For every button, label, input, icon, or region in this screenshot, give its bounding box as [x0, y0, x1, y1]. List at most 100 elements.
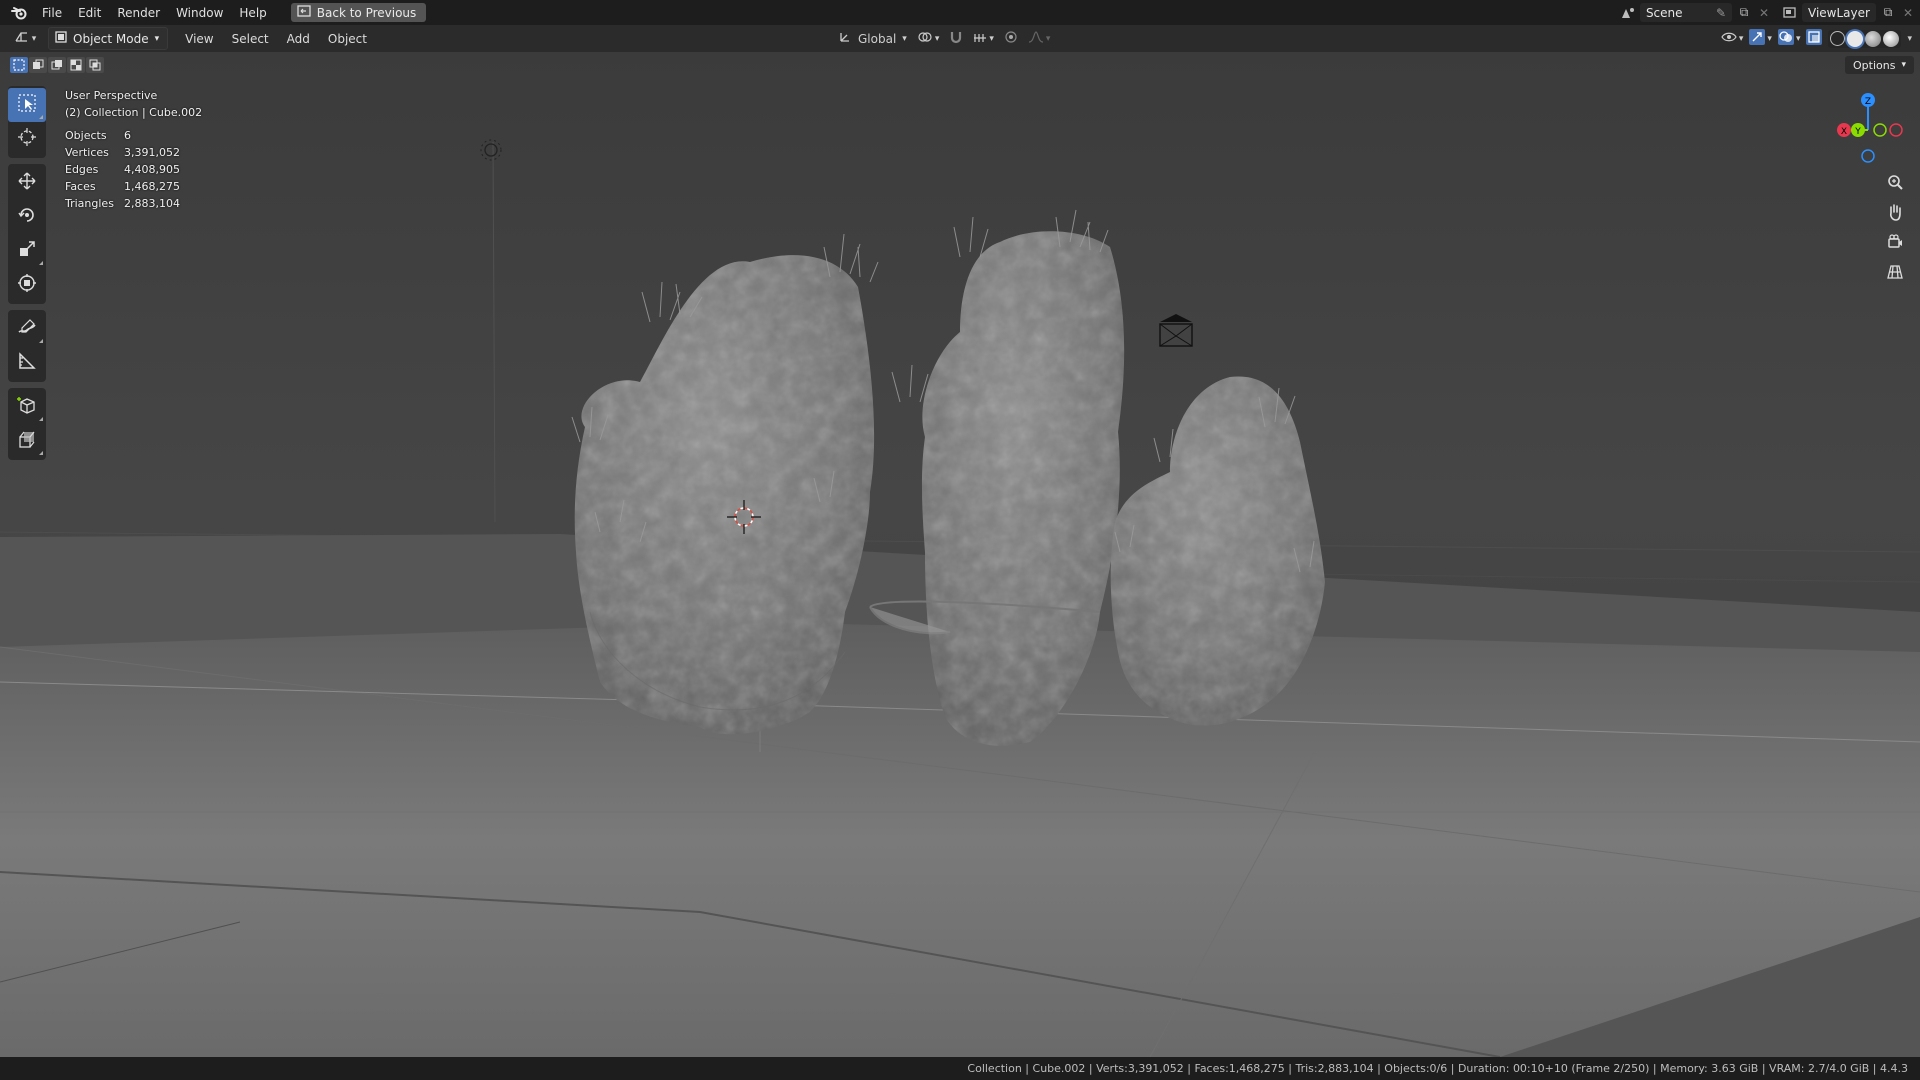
scene-name: Scene: [1645, 5, 1683, 20]
stats-label: Edges: [65, 163, 99, 176]
xray-icon: [1806, 29, 1823, 48]
annotate-tool[interactable]: [8, 312, 46, 346]
object-mode-dropdown[interactable]: Object Mode ▾: [48, 27, 169, 50]
options-dropdown[interactable]: Options ▾: [1845, 56, 1914, 74]
falloff-dropdown[interactable]: ▾: [1028, 30, 1050, 47]
scene-selector-icon[interactable]: [1620, 5, 1636, 21]
editor-type-selector[interactable]: ▾: [8, 28, 42, 49]
menu-object[interactable]: Object: [319, 29, 376, 49]
pin-icon[interactable]: ✎: [1716, 6, 1726, 20]
measure-icon: [17, 351, 37, 375]
menu-select[interactable]: Select: [223, 29, 278, 49]
extrude-tool[interactable]: [8, 424, 46, 458]
chevron-down-icon: ▾: [1738, 33, 1744, 44]
collection-info: (2) Collection | Cube.002: [65, 106, 203, 119]
top-menu-bar: File Edit Render Window Help Back to Pre…: [0, 0, 1920, 25]
back-to-previous-label: Back to Previous: [316, 5, 417, 20]
select-box-icon: [17, 93, 37, 117]
menubar-right: Scene ✎ ⧉ ✕ ViewLayer ⧉ ✕: [1620, 0, 1920, 25]
menu-add[interactable]: Add: [278, 29, 319, 49]
pivot-point-dropdown[interactable]: ▾: [917, 30, 940, 47]
options-label: Options: [1853, 58, 1896, 72]
rendered-shading-icon[interactable]: [1883, 30, 1900, 47]
transform-tool[interactable]: [8, 268, 46, 302]
stats-row: Faces 1,468,275: [65, 178, 180, 195]
falloff-curve-icon: [1028, 30, 1044, 47]
zoom-icon[interactable]: [1882, 170, 1908, 194]
navigation-buttons: [1882, 170, 1908, 284]
solid-shading-icon[interactable]: [1847, 30, 1864, 47]
scene-field[interactable]: Scene ✎: [1639, 3, 1732, 22]
menu-file[interactable]: File: [34, 3, 70, 23]
back-to-previous-button[interactable]: Back to Previous: [290, 3, 427, 22]
stats-value: 2,883,104: [124, 197, 180, 210]
material-shading-icon[interactable]: [1865, 30, 1882, 47]
proportional-icon: [1004, 30, 1018, 47]
cursor-icon: [17, 127, 37, 151]
tool-options-corner: [39, 115, 43, 119]
editor-3d-view-icon: [14, 30, 30, 47]
object-mode-label: Object Mode: [73, 31, 149, 46]
select-invert-icon[interactable]: [67, 57, 85, 73]
scale-tool[interactable]: [8, 234, 46, 268]
rotate-tool[interactable]: [8, 200, 46, 234]
magnet-icon: [949, 30, 963, 47]
perspective-grid-icon[interactable]: [1882, 260, 1908, 284]
new-view-layer-icon[interactable]: ⧉: [1880, 5, 1896, 21]
extrude-icon: [17, 429, 37, 453]
menu-view[interactable]: View: [176, 29, 222, 49]
blender-logo-icon[interactable]: [10, 4, 28, 22]
xray-toggle[interactable]: [1806, 29, 1823, 48]
view-layer-icon[interactable]: [1782, 5, 1798, 21]
eye-icon: [1721, 31, 1737, 46]
snap-target-dropdown[interactable]: ▾: [973, 30, 994, 47]
remove-scene-icon[interactable]: ✕: [1756, 5, 1772, 21]
tool-group-add: [8, 388, 46, 460]
menu-edit[interactable]: Edit: [70, 3, 109, 23]
snap-toggle[interactable]: [949, 30, 963, 47]
neg-z-axis-icon[interactable]: [1861, 149, 1875, 163]
camera-view-icon[interactable]: [1882, 230, 1908, 254]
shading-options-chevron-icon[interactable]: ▾: [1907, 34, 1912, 44]
select-box-tool[interactable]: [8, 88, 46, 122]
select-subtract-icon[interactable]: [48, 57, 66, 73]
3d-viewport[interactable]: User Perspective (2) Collection | Cube.0…: [0, 52, 1920, 1057]
select-intersect-icon[interactable]: [86, 57, 104, 73]
proportional-editing-toggle[interactable]: [1004, 30, 1018, 47]
blender-window: File Edit Render Window Help Back to Pre…: [0, 0, 1920, 1080]
stats-value: 6: [124, 129, 131, 142]
view-layer-field[interactable]: ViewLayer: [1802, 3, 1876, 22]
stats-value: 4,408,905: [124, 163, 180, 176]
remove-view-layer-icon[interactable]: ✕: [1900, 5, 1916, 21]
transform-orientation-dropdown[interactable]: Global ▾: [838, 30, 907, 47]
neg-y-axis-icon[interactable]: [1873, 123, 1887, 137]
transform-controls: Global ▾ ▾ ▾ ▾: [838, 28, 1050, 49]
overlays-toggle[interactable]: ▾: [1777, 29, 1800, 48]
pan-hand-icon[interactable]: [1882, 200, 1908, 224]
add-cube-tool[interactable]: [8, 390, 46, 424]
menu-window[interactable]: Window: [168, 3, 231, 23]
menu-render[interactable]: Render: [109, 3, 168, 23]
move-tool[interactable]: [8, 166, 46, 200]
new-scene-icon[interactable]: ⧉: [1736, 5, 1752, 21]
shading-mode-group: [1828, 29, 1902, 48]
x-axis-label: X: [1841, 127, 1847, 137]
cursor-tool[interactable]: [8, 122, 46, 156]
wireframe-shading-icon[interactable]: [1830, 30, 1846, 46]
visibility-dropdown[interactable]: ▾: [1721, 31, 1744, 46]
gizmo-toggle[interactable]: ▾: [1749, 29, 1772, 48]
gizmo-icon: [1749, 29, 1766, 48]
stats-row: Edges 4,408,905: [65, 161, 180, 178]
menu-help[interactable]: Help: [231, 3, 274, 23]
neg-x-axis-icon[interactable]: [1889, 123, 1903, 137]
back-icon: [297, 5, 311, 20]
chevron-down-icon: ▾: [31, 33, 37, 44]
tool-group-transform: [8, 164, 46, 304]
select-new-icon[interactable]: [10, 57, 28, 73]
chevron-down-icon: ▾: [934, 33, 940, 44]
select-extend-icon[interactable]: [29, 57, 47, 73]
navigation-gizmo[interactable]: Z X Y: [1830, 86, 1910, 174]
measure-tool[interactable]: [8, 346, 46, 380]
status-bar-info: Collection | Cube.002 | Verts:3,391,052 …: [967, 1062, 1908, 1075]
rotate-icon: [17, 205, 37, 229]
